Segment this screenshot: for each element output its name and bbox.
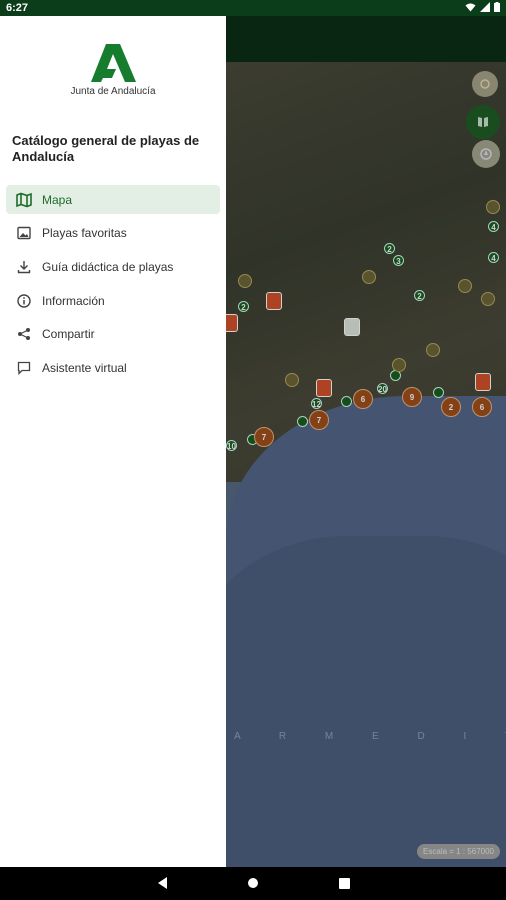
status-bar: 6:27: [0, 0, 506, 16]
menu-item-label: Información: [42, 293, 105, 308]
drawer-menu: Mapa Playas favoritas Guía didáctica de …: [6, 185, 220, 387]
menu-item-compartir[interactable]: Compartir: [6, 320, 220, 349]
menu-item-label: Guía didáctica de playas: [42, 259, 174, 274]
menu-item-mapa[interactable]: Mapa: [6, 185, 220, 214]
menu-item-label: Compartir: [42, 327, 95, 342]
status-time: 6:27: [6, 2, 29, 14]
share-icon: [16, 326, 32, 342]
download-icon: [16, 259, 32, 275]
wifi-icon: [465, 3, 476, 15]
image-icon: [16, 225, 32, 241]
menu-item-label: Playas favoritas: [42, 226, 127, 241]
battery-icon: [494, 2, 500, 15]
chat-icon: [16, 360, 32, 376]
status-icons: [465, 2, 500, 15]
signal-icon: [480, 2, 490, 15]
map-icon: [16, 192, 32, 208]
menu-item-informacion[interactable]: Información: [6, 286, 220, 315]
menu-item-asistente-virtual[interactable]: Asistente virtual: [6, 353, 220, 382]
menu-item-label: Mapa: [42, 192, 73, 207]
app-title: Catálogo general de playas de Andalucía: [12, 133, 200, 164]
menu-item-playas-favoritas[interactable]: Playas favoritas: [6, 219, 220, 248]
recents-icon[interactable]: [336, 875, 352, 891]
info-icon: [16, 293, 32, 309]
home-icon[interactable]: [245, 875, 261, 891]
drawer-scrim[interactable]: [226, 16, 506, 867]
map-view[interactable]: 2 3 2 2 4 4 12 20 10 6 7 7 9 2 6 A R M E…: [226, 16, 506, 867]
logo-text: Junta de Andalucía: [70, 86, 156, 97]
system-nav-bar: [0, 867, 506, 900]
back-icon[interactable]: [155, 875, 171, 891]
menu-item-label: Asistente virtual: [42, 360, 127, 375]
menu-item-guia-didactica[interactable]: Guía didáctica de playas: [6, 252, 220, 281]
navigation-drawer: Junta de Andalucía Catálogo general de p…: [0, 16, 226, 867]
